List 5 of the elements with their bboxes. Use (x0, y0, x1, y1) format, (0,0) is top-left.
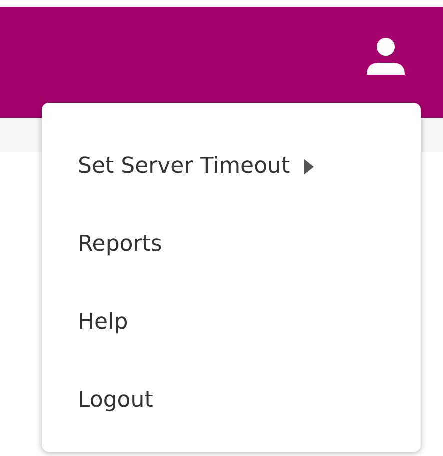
menu-item[interactable]: Help (42, 296, 128, 374)
menu-item[interactable]: Reports (42, 218, 162, 296)
menu-item[interactable]: Set Server Timeout (42, 141, 314, 219)
menu-item[interactable]: Logout (42, 374, 154, 452)
user-icon[interactable] (367, 37, 405, 75)
